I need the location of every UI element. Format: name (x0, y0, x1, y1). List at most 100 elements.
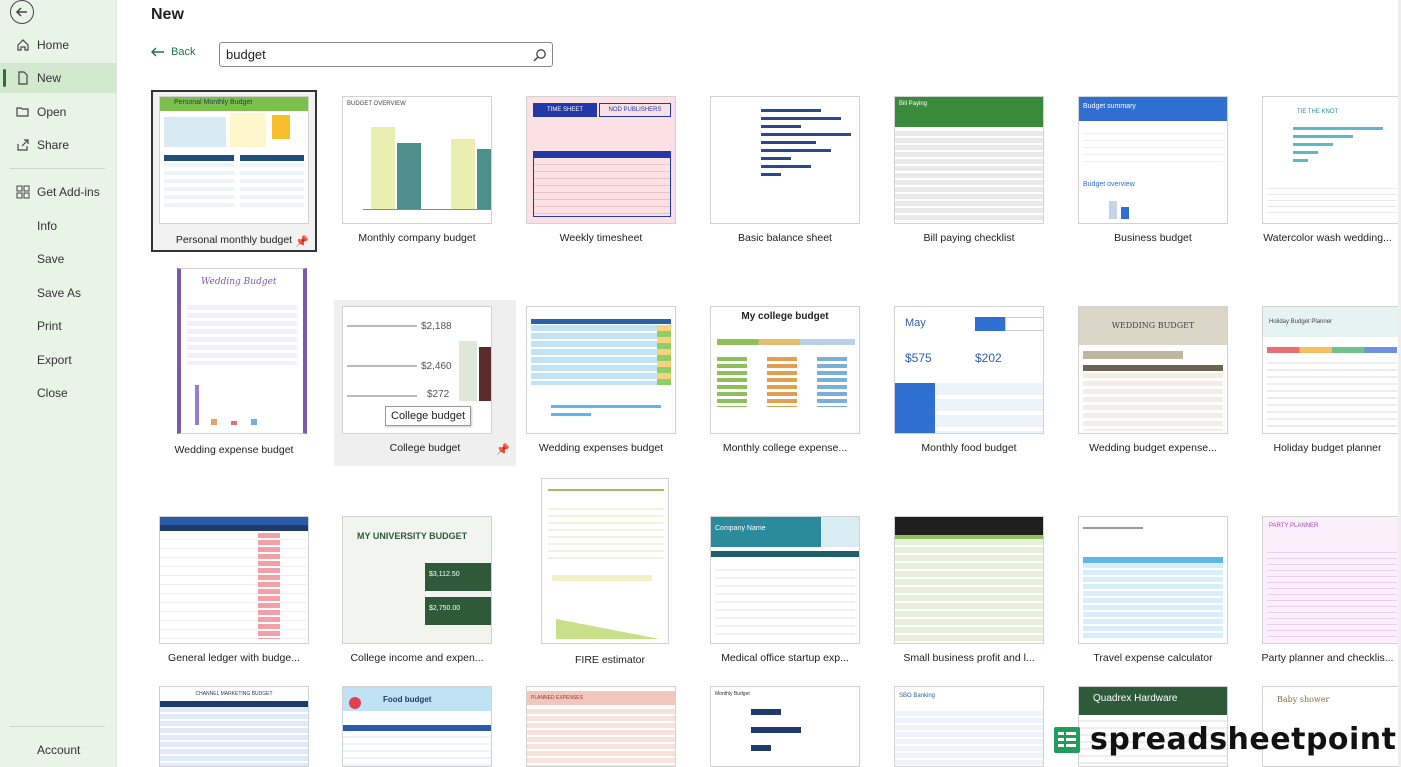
thumb-title: Quadrex Hardware (1093, 693, 1178, 704)
template-thumbnail: CHANNEL MARKETING BUDGET (159, 686, 309, 767)
template-label: Wedding expenses budget (538, 442, 664, 454)
sidebar-item-account[interactable]: Account (0, 735, 117, 765)
sidebar-item-close[interactable]: Close (0, 378, 117, 408)
thumb-title: Budget summary (1083, 103, 1136, 110)
template-label: Medical office startup exp... (721, 652, 849, 664)
template-tile[interactable]: Wedding expenses budget (518, 300, 684, 462)
thumb-title: May (905, 317, 926, 329)
template-label: Business budget (1114, 232, 1192, 244)
sidebar-item-print[interactable]: Print (0, 311, 117, 341)
sidebar-item-save[interactable]: Save (0, 244, 117, 274)
search-box (219, 42, 553, 67)
template-tile[interactable]: May $575 $202 Monthly food budget (886, 300, 1052, 462)
watermark-text: spreadsheetpoint (1090, 722, 1397, 757)
template-tile[interactable]: FIRE estimator (537, 472, 683, 672)
home-icon (14, 38, 32, 52)
thumb-title: CHANNEL MARKETING BUDGET (195, 691, 273, 697)
backstage-sidebar: Home New Open Share Get Add-ins Info Sav… (0, 0, 117, 767)
back-arrow-button[interactable] (10, 0, 34, 24)
template-tile[interactable]: Small business profit and l... (886, 510, 1052, 672)
template-tile[interactable]: $2,188 $2,460 $272 College budget 📌 (334, 300, 516, 466)
tooltip: College budget (385, 406, 472, 426)
template-label: Weekly timesheet (559, 232, 643, 244)
template-tile[interactable]: TIE THE KNOT Watercolor wash wedding... (1254, 90, 1401, 252)
thumb-title: Bill Paying (899, 101, 928, 107)
template-tile[interactable]: CHANNEL MARKETING BUDGET (151, 680, 317, 767)
template-tile[interactable]: My college budget Monthly college expens… (702, 300, 868, 462)
template-label: Monthly food budget (921, 442, 1017, 454)
template-tile[interactable]: Holiday Budget Planner Holiday budget pl… (1254, 300, 1401, 462)
template-tile[interactable]: General ledger with budge... (151, 510, 317, 672)
thumb-title: Company Name (715, 525, 766, 532)
template-tile[interactable]: PLANNED EXPENSES (518, 680, 684, 767)
thumb-value: $2,188 (421, 321, 452, 332)
sidebar-item-label: Home (37, 38, 70, 52)
thumb-value: $3,112.50 (429, 571, 460, 578)
template-thumbnail (526, 306, 676, 434)
thumb-title: PARTY PLANNER (1269, 523, 1319, 529)
thumb-value: $202 (975, 351, 1002, 365)
sidebar-divider (10, 726, 105, 727)
sidebar-item-home[interactable]: Home (0, 30, 117, 60)
template-thumbnail: PLANNED EXPENSES (526, 686, 676, 767)
template-thumbnail: Monthly Budget (710, 686, 860, 767)
template-thumbnail: Personal Monthly Budget (159, 96, 309, 224)
sidebar-item-info[interactable]: Info (0, 211, 117, 241)
sidebar-item-save-as[interactable]: Save As (0, 278, 117, 308)
sidebar-item-new[interactable]: New (0, 63, 117, 93)
template-thumbnail (159, 516, 309, 644)
template-thumbnail (710, 96, 860, 224)
template-label: College income and expen... (350, 652, 484, 664)
template-tile[interactable]: Bill Paying Bill paying checklist (886, 90, 1052, 252)
template-tile[interactable]: Food budget (334, 680, 500, 767)
pin-icon[interactable]: 📌 (496, 443, 510, 456)
template-tile[interactable]: Travel expense calculator (1070, 510, 1236, 672)
template-tile[interactable]: Company Name Medical office startup exp.… (702, 510, 868, 672)
template-tile[interactable]: Wedding Budget Wedding expense budget (151, 262, 317, 456)
template-tile[interactable]: BUDGET OVERVIEW Monthly company budget (334, 90, 500, 252)
sidebar-item-label: Export (37, 353, 72, 367)
add-ins-icon (14, 185, 32, 199)
back-link[interactable]: Back (151, 46, 195, 58)
search-icon[interactable] (528, 48, 552, 62)
sidebar-item-label: Info (37, 219, 58, 233)
pin-icon[interactable]: 📌 (295, 235, 309, 248)
template-label: General ledger with budge... (168, 652, 300, 664)
sidebar-item-share[interactable]: Share (0, 130, 117, 160)
search-input[interactable] (220, 47, 528, 62)
template-tile[interactable]: PARTY PLANNER Party planner and checklis… (1254, 510, 1401, 672)
template-tile[interactable]: Personal Monthly Budget Personal monthly… (151, 90, 317, 252)
sidebar-item-open[interactable]: Open (0, 97, 117, 127)
template-tile[interactable]: Budget summary Budget overview Business … (1070, 90, 1236, 252)
thumb-title: Baby shower (1277, 695, 1330, 704)
sidebar-item-export[interactable]: Export (0, 345, 117, 375)
template-thumbnail: TIME SHEET NOD PUBLISHERS (526, 96, 676, 224)
template-tile[interactable]: MY UNIVERSITY BUDGET $3,112.50 $2,750.00… (334, 510, 500, 672)
thumb-title: My college budget (741, 311, 829, 322)
template-thumbnail: WEDDING BUDGET (1078, 306, 1228, 434)
thumb-title: MY UNIVERSITY BUDGET (357, 531, 468, 541)
template-tile[interactable]: Monthly Budget (702, 680, 868, 767)
template-thumbnail: My college budget (710, 306, 860, 434)
thumb-value: $2,750.00 (429, 605, 461, 612)
sidebar-item-label: Save As (37, 286, 82, 300)
thumb-title: BUDGET OVERVIEW (347, 101, 406, 107)
template-thumbnail: Holiday Budget Planner (1262, 306, 1401, 434)
template-label: Travel expense calculator (1093, 652, 1213, 664)
template-tile[interactable]: WEDDING BUDGET Wedding budget expense... (1070, 300, 1236, 462)
sidebar-item-label: Get Add-ins (37, 185, 100, 199)
template-thumbnail: Wedding Budget (177, 268, 307, 434)
template-thumbnail: Company Name (710, 516, 860, 644)
template-thumbnail: Bill Paying (894, 96, 1044, 224)
template-tile[interactable]: TIME SHEET NOD PUBLISHERS Weekly timeshe… (518, 90, 684, 252)
template-tile[interactable]: Basic balance sheet (702, 90, 868, 252)
thumb-title: Wedding Budget (201, 277, 277, 287)
template-label: Small business profit and l... (903, 652, 1035, 664)
thumb-title: PLANNED EXPENSES (531, 695, 583, 701)
template-label: Wedding expense budget (174, 444, 294, 456)
template-label: Personal monthly budget (175, 234, 293, 246)
sidebar-item-get-add-ins[interactable]: Get Add-ins (0, 177, 117, 207)
thumb-value: $2,460 (421, 361, 452, 372)
template-tile[interactable]: SBO Banking (886, 680, 1052, 767)
template-thumbnail (541, 478, 669, 644)
